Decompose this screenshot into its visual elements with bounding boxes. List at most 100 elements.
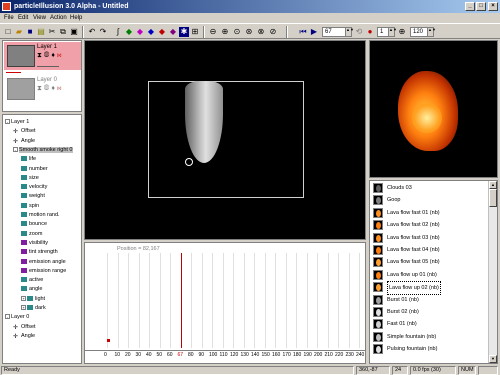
minimize-button[interactable]: _	[465, 2, 475, 11]
save-icon[interactable]: ■	[25, 27, 35, 37]
tool-magenta-icon[interactable]: ◆	[135, 27, 145, 37]
rewind-icon[interactable]: ⏮	[298, 27, 308, 37]
tree-item[interactable]: + dark	[21, 304, 46, 312]
library-item[interactable]: Burst 01 (nb)	[371, 294, 488, 306]
tree-item[interactable]: ✛ Offset	[13, 127, 36, 135]
open-folder-icon[interactable]: ▰	[14, 27, 24, 37]
library-item[interactable]: Pulsing fountain (nb)	[371, 343, 488, 355]
tree-item[interactable]: ✛ Angle	[13, 137, 35, 145]
tree-item[interactable]: - Smooth smoke right 0	[13, 146, 73, 154]
menu-view[interactable]: View	[33, 14, 46, 22]
new-file-icon[interactable]: □	[3, 27, 13, 37]
menu-help[interactable]: Help	[70, 14, 82, 22]
tree-item[interactable]: active	[21, 276, 43, 284]
collapse-icon[interactable]: -	[5, 119, 10, 125]
stage-canvas[interactable]	[84, 40, 366, 240]
library-item[interactable]: Burst 02 (nb)	[371, 306, 488, 318]
reset-view-icon[interactable]: ⊘	[268, 27, 278, 37]
tree-item[interactable]: spin	[21, 202, 39, 210]
spin-arrows-icon[interactable]: ▲▼	[388, 28, 397, 36]
tree-item[interactable]: zoom	[21, 230, 42, 238]
redo-icon[interactable]: ↷	[98, 27, 108, 37]
menu-edit[interactable]: Edit	[18, 14, 28, 22]
tree-item[interactable]: life	[21, 155, 36, 163]
visibility-icon[interactable]: ⧗	[37, 85, 44, 92]
tree-item[interactable]: - Layer 1	[5, 118, 29, 126]
library-item[interactable]: Lava flow fast 02 (nb)	[371, 219, 488, 231]
tool-purple-icon[interactable]: ◆	[168, 27, 178, 37]
library-item[interactable]: Lava flow up 01 (nb)	[371, 269, 488, 281]
paste-icon[interactable]: ▣	[69, 27, 79, 37]
loop-icon[interactable]: ⟲	[354, 27, 364, 37]
undo-icon[interactable]: ↶	[87, 27, 97, 37]
library-item[interactable]: Lava flow up 02 (nb)	[371, 281, 488, 296]
library-item[interactable]: Clouds 03	[371, 182, 488, 194]
close-button[interactable]: ×	[488, 2, 498, 11]
collapse-icon[interactable]: -	[13, 146, 18, 152]
tree-item[interactable]: bounce	[21, 220, 47, 228]
visibility-icon[interactable]: ⧗	[37, 52, 44, 59]
library-item[interactable]: Goop	[371, 194, 488, 206]
tree-item[interactable]: - Layer 0	[5, 313, 29, 321]
tool-grid-icon[interactable]: ⊞	[190, 27, 200, 37]
spin-arrows-icon[interactable]: ▲▼	[345, 28, 354, 36]
expand-icon[interactable]: +	[21, 305, 26, 311]
expand-icon[interactable]: +	[21, 295, 26, 301]
tree-item[interactable]: velocity	[21, 183, 47, 191]
tool-red-icon[interactable]: ◆	[157, 27, 167, 37]
timeline-graph[interactable]: Position = 82,167 0 10 20 30 40 50 60 67 80 90 100…	[84, 242, 366, 364]
play-icon[interactable]: ▶	[309, 27, 319, 37]
tree-item[interactable]: motion rand.	[21, 211, 60, 219]
frame-number-input[interactable]: 67 ▲▼	[322, 27, 354, 37]
scroll-thumb[interactable]	[489, 189, 497, 207]
emitter-point-icon[interactable]	[185, 158, 193, 166]
copy-icon[interactable]: ⧉	[58, 27, 68, 37]
tree-item[interactable]: number	[21, 165, 48, 173]
library-scrollbar[interactable]: ▲ ▼	[488, 181, 497, 363]
menu-action[interactable]: Action	[50, 14, 67, 22]
tree-item[interactable]: ✛ Angle	[13, 332, 35, 340]
keyframe-marker[interactable]	[107, 339, 110, 342]
end-frame-input[interactable]: 1 ▲▼	[377, 27, 397, 37]
library-item[interactable]: Lava flow fast 04 (nb)	[371, 244, 488, 256]
zoom-icon[interactable]: ⊕	[397, 27, 407, 37]
tree-item[interactable]: emission range	[21, 267, 66, 275]
maximize-button[interactable]: □	[476, 2, 486, 11]
scroll-up-icon[interactable]: ▲	[489, 181, 497, 189]
blend-icon[interactable]: ⋈	[57, 52, 63, 59]
open-library-icon[interactable]: ▤	[36, 27, 46, 37]
tree-item[interactable]: + light	[21, 295, 45, 303]
library-item[interactable]: Fast 01 (nb)	[371, 318, 488, 330]
tree-item[interactable]: ✛ Offset	[13, 323, 36, 331]
tool-blue-icon[interactable]: ◆	[146, 27, 156, 37]
current-frame-cursor[interactable]	[181, 253, 182, 348]
zoom-out-icon[interactable]: ⊖	[208, 27, 218, 37]
record-icon[interactable]: ●	[365, 27, 375, 37]
tree-item[interactable]: tint strength	[21, 248, 58, 256]
layer-item-layer-1[interactable]: Layer 1 ⧗◍♦⋈	[4, 42, 81, 70]
collapse-icon[interactable]: -	[5, 314, 10, 320]
spin-arrows-icon[interactable]: ▲▼	[427, 28, 436, 36]
cut-icon[interactable]: ✂	[47, 27, 57, 37]
tree-item[interactable]: emission angle	[21, 258, 66, 266]
layer-item-layer-0[interactable]: Layer 0 ⧗◍♦⋈	[4, 75, 81, 103]
library-item[interactable]: Lava flow fast 01 (nb)	[371, 207, 488, 219]
tree-item[interactable]: weight	[21, 192, 45, 200]
library-item[interactable]: Lava flow fast 03 (nb)	[371, 232, 488, 244]
center-icon[interactable]: ⊛	[244, 27, 254, 37]
tool-pen-icon[interactable]: ∫	[113, 27, 123, 37]
pan-icon[interactable]: ⊗	[256, 27, 266, 37]
blend-icon[interactable]: ⋈	[57, 85, 63, 92]
library-item[interactable]: Lava flow fast 05 (nb)	[371, 256, 488, 268]
tool-green-icon[interactable]: ◆	[124, 27, 134, 37]
scroll-down-icon[interactable]: ▼	[489, 355, 497, 363]
tree-item[interactable]: visibility	[21, 239, 48, 247]
zoom-input[interactable]: 120 ▲▼	[410, 27, 436, 37]
menu-file[interactable]: File	[4, 14, 14, 22]
app-icon[interactable]	[2, 2, 11, 11]
emitter-tool-icon[interactable]: ✱	[179, 27, 189, 37]
zoom-in-icon[interactable]: ⊕	[220, 27, 230, 37]
tree-item[interactable]: angle	[21, 285, 42, 293]
tree-item[interactable]: size	[21, 174, 39, 182]
rotate-icon[interactable]: ⊙	[232, 27, 242, 37]
